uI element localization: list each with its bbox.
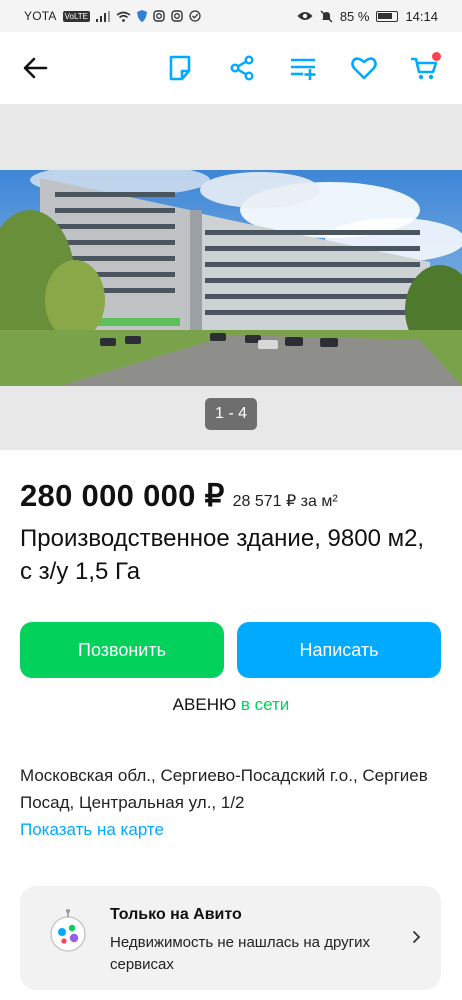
price: 280 000 000 ₽ bbox=[20, 478, 225, 513]
promo-title: Только на Авито bbox=[110, 906, 242, 923]
heart-icon[interactable] bbox=[350, 54, 378, 82]
mute-bell-icon bbox=[320, 9, 333, 23]
write-button[interactable]: Написать bbox=[237, 622, 441, 678]
promo-text: Недвижимость не нашлась на других сервис… bbox=[110, 934, 370, 973]
avito-badge-icon bbox=[48, 908, 88, 954]
listing-photo[interactable] bbox=[0, 170, 462, 386]
status-bar: YOTA VoLTE 85 % 14:14 bbox=[0, 0, 462, 32]
note-icon[interactable] bbox=[166, 54, 194, 82]
app-header bbox=[0, 32, 462, 104]
chevron-right-icon bbox=[412, 930, 422, 944]
listing-title: Производственное здание, 9800 м2, с з/у … bbox=[20, 525, 425, 585]
show-on-map-link[interactable]: Показать на карте bbox=[20, 820, 164, 840]
compare-icon[interactable] bbox=[289, 54, 317, 82]
cart-badge bbox=[432, 52, 441, 61]
price-per-sqm: 28 571 ₽ за м² bbox=[232, 493, 338, 510]
carrier-label: YOTA bbox=[24, 9, 57, 23]
photo-gallery[interactable]: 1 - 4 bbox=[0, 104, 462, 450]
volte-badge: VoLTE bbox=[62, 10, 91, 22]
wifi-icon bbox=[116, 11, 131, 22]
back-arrow-icon[interactable] bbox=[22, 56, 50, 80]
battery-percent: 85 % bbox=[339, 8, 370, 24]
seller-online-status: в сети bbox=[240, 695, 290, 714]
instagram-icon-2 bbox=[171, 10, 183, 22]
battery-icon bbox=[376, 10, 399, 22]
check-circle-icon bbox=[189, 10, 201, 22]
seller-info[interactable]: АВЕНЮ в сети bbox=[0, 695, 462, 715]
price-row: 280 000 000 ₽ 28 571 ₽ за м² bbox=[20, 478, 338, 514]
photo-counter: 1 - 4 bbox=[205, 398, 257, 430]
shield-icon bbox=[137, 10, 148, 22]
seller-name: АВЕНЮ bbox=[172, 695, 237, 714]
clock: 14:14 bbox=[405, 8, 438, 24]
only-on-avito-banner[interactable]: Только на Авито Недвижимость не нашлась … bbox=[20, 886, 441, 990]
instagram-icon bbox=[153, 10, 165, 22]
cart-icon[interactable] bbox=[410, 52, 441, 82]
eye-icon bbox=[297, 11, 313, 21]
share-icon[interactable] bbox=[228, 54, 256, 82]
signal-icon bbox=[96, 10, 111, 22]
call-button[interactable]: Позвонить bbox=[20, 622, 224, 678]
address: Московская обл., Сергиево-Посадский г.о.… bbox=[20, 766, 428, 812]
